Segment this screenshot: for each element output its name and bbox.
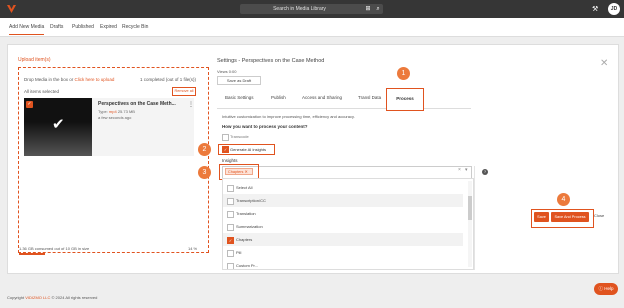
chapters-label: Chapters [236,237,253,242]
drop-instructions: Drop Media in the box or Click here to u… [24,77,114,82]
custom-checkbox[interactable] [227,263,234,269]
chapters-checkbox[interactable]: ✓ [227,237,234,244]
media-title: Perspectives on the Case Meth... [98,101,176,107]
save-button[interactable]: Save [534,212,549,222]
select-all-checkbox[interactable] [227,185,234,192]
tab-published[interactable]: Published [72,24,94,30]
media-nav-tabs: Add New Media Drafts Published Expired R… [0,18,624,37]
process-info-text: Intuitive customization to improve proce… [222,114,355,119]
copyright-prefix: Copyright [7,295,25,300]
media-type-value: mp4 [108,109,117,114]
chevron-down-icon[interactable]: ▾ [465,167,468,173]
media-type-label: Type: [98,109,108,114]
help-button[interactable]: ⓘ Help [594,283,618,295]
dropdown-item-translation[interactable]: Translation [223,207,463,220]
search-icon[interactable]: ⌕ [374,5,382,13]
step-marker-1: 1 [397,67,410,80]
pill-label: Pill [236,250,242,255]
grid-icon[interactable]: ⊞ [364,5,372,13]
help-circle-icon: ⓘ [598,286,603,291]
tab-process[interactable]: Process [386,88,424,111]
step-marker-2: 2 [198,143,211,156]
tab-basic-settings[interactable]: Basic Settings [225,95,254,100]
copyright-suffix: © 2024 All rights reserved [51,295,98,300]
scrollbar-thumb[interactable] [468,196,472,220]
save-and-process-button[interactable]: Save And Process [551,212,589,222]
tab-publish[interactable]: Publish [271,95,286,100]
dropdown-item-chapters[interactable]: ✓ Chapters [223,233,463,246]
all-selected-label: All items selected [24,89,60,94]
media-library-search[interactable]: Search in Media Library ⊞ ⌕ [240,4,383,14]
views-count: Views 0:00 [217,69,237,74]
tab-transl-data[interactable]: Transl Data [358,95,381,100]
more-options-icon[interactable]: ⋮ [188,101,194,108]
transcode-label: Transcode [230,134,249,139]
dropdown-item-custom[interactable]: Custom Pr... [223,259,463,269]
settings-title: Settings - Perspectives on the Case Meth… [217,58,325,64]
summarization-checkbox[interactable] [227,224,234,231]
storage-usage-percent: 14 % [188,246,198,251]
tab-add-new-media[interactable]: Add New Media [9,24,45,35]
insights-label: Insights [222,158,238,163]
transcode-checkbox[interactable] [222,134,229,141]
avatar[interactable]: JD [608,3,620,15]
tab-process-label: Process [396,96,414,101]
generate-ai-checkbox[interactable]: ✓ [222,146,229,153]
search-input[interactable]: Search in Media Library [240,6,359,12]
upload-title: Upload item(s) [18,57,51,63]
storage-usage-bar [19,253,45,255]
storage-usage-text: 1.36 GB consumed out of 10 GB in size [19,246,90,251]
vidizmo-logo-icon[interactable] [7,5,16,13]
media-thumbnail[interactable]: ✔ [24,98,92,156]
media-select-checkbox[interactable]: ✓ [26,101,33,108]
process-question: How you want to process your content? [222,124,308,129]
tab-expired[interactable]: Expired [100,24,117,30]
upload-completed-count: 1 completed (out of 1 file(s)) [140,77,197,82]
media-size: 25.73 MB [117,109,135,114]
clear-selection-icon[interactable]: × [458,167,461,173]
step-marker-3: 3 [198,166,211,179]
upload-complete-check-icon: ✔ [52,116,65,133]
dropdown-item-transcription[interactable]: Transcription/CC [223,194,463,207]
custom-label: Custom Pr... [236,263,259,268]
upload-link[interactable]: Click here to upload [75,77,115,82]
drop-text: Drop Media in the box or [24,77,74,82]
step-marker-4: 4 [557,193,570,206]
save-as-draft-label: Save as Draft [226,78,252,83]
dropdown-item-pill[interactable]: Pill [223,246,463,259]
help-icon[interactable]: ? [482,169,488,175]
generate-ai-label: Generate AI insights [230,147,267,152]
translation-checkbox[interactable] [227,211,234,218]
top-bar: Search in Media Library ⊞ ⌕ ⚒ JD [0,0,624,18]
translation-label: Translation [236,211,256,216]
summarization-label: Summarization [236,224,263,229]
chapters-chip[interactable]: Chapters ✕ [225,168,253,175]
chip-label: Chapters [228,170,244,174]
close-icon[interactable]: ✕ [600,58,608,69]
media-upload-time: a few seconds ago [98,115,132,120]
dropdown-scrollbar[interactable] [468,181,472,267]
copyright-brand[interactable]: VIDIZMO LLC [25,295,50,300]
close-button[interactable]: Close [594,213,604,218]
pill-checkbox[interactable] [227,250,234,257]
panel-divider [474,166,475,270]
transcription-label: Transcription/CC [236,198,266,203]
tab-access-sharing[interactable]: Access and Sharing [302,95,342,100]
insights-dropdown[interactable]: Select All Transcription/CC Translation … [222,178,474,270]
tools-icon[interactable]: ⚒ [592,5,598,13]
save-as-draft-checkbox[interactable]: Save as Draft [217,76,261,85]
media-type-size: Type: mp4 25.73 MB [98,109,135,114]
dropdown-item-summarization[interactable]: Summarization [223,220,463,233]
tab-drafts[interactable]: Drafts [50,24,63,30]
footer-copyright: Copyright VIDIZMO LLC © 2024 All rights … [7,295,97,300]
chip-remove-icon[interactable]: ✕ [244,170,247,174]
tab-recycle-bin[interactable]: Recycle Bin [122,24,148,30]
help-button-label: Help [604,286,614,291]
settings-tabs-divider [217,108,471,109]
transcription-checkbox[interactable] [227,198,234,205]
remove-all-button[interactable]: Remove all [172,87,196,96]
remove-all-label: Remove all [174,89,194,93]
dropdown-item-select-all[interactable]: Select All [223,181,463,194]
select-all-label: Select All [236,185,253,190]
